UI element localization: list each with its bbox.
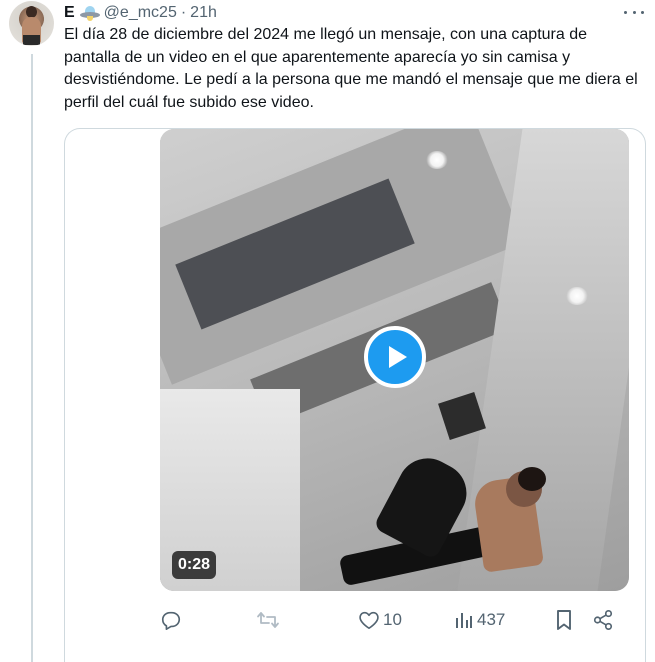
share-icon bbox=[593, 610, 613, 630]
post-header: E @e_mc25 · 21h bbox=[64, 2, 217, 24]
action-bar: 10 437 bbox=[160, 605, 620, 635]
bookmark-button[interactable] bbox=[555, 605, 573, 635]
retweet-icon bbox=[257, 612, 279, 628]
video-player[interactable]: 0:28 bbox=[160, 129, 629, 591]
retweet-button[interactable] bbox=[256, 605, 280, 635]
bookmark-icon bbox=[557, 610, 571, 630]
video-duration: 0:28 bbox=[172, 551, 217, 579]
share-button[interactable] bbox=[592, 605, 614, 635]
media-card: 0:28 10 437 bbox=[64, 128, 646, 662]
author-handle[interactable]: @e_mc25 bbox=[104, 4, 177, 22]
more-options-icon[interactable] bbox=[624, 4, 644, 20]
person-hair bbox=[518, 467, 546, 491]
avatar-shorts bbox=[23, 35, 40, 45]
like-button[interactable]: 10 bbox=[358, 605, 402, 635]
avatar[interactable] bbox=[9, 1, 54, 46]
analytics-icon bbox=[456, 613, 472, 628]
post-time[interactable]: 21h bbox=[190, 4, 217, 22]
like-count: 10 bbox=[383, 610, 402, 629]
reply-button[interactable] bbox=[160, 605, 182, 635]
thread-line bbox=[31, 54, 33, 662]
heart-icon bbox=[359, 611, 379, 629]
ufo-icon bbox=[79, 5, 100, 21]
views-button[interactable]: 437 bbox=[454, 605, 505, 635]
ceiling-light bbox=[566, 287, 588, 305]
post-text: El día 28 de diciembre del 2024 me llegó… bbox=[64, 26, 638, 111]
reply-icon bbox=[161, 611, 181, 630]
play-icon[interactable] bbox=[364, 326, 426, 388]
separator-dot: · bbox=[180, 4, 187, 21]
author-name[interactable]: E bbox=[64, 4, 75, 22]
views-count: 437 bbox=[477, 610, 506, 629]
ceiling-light bbox=[426, 151, 448, 169]
